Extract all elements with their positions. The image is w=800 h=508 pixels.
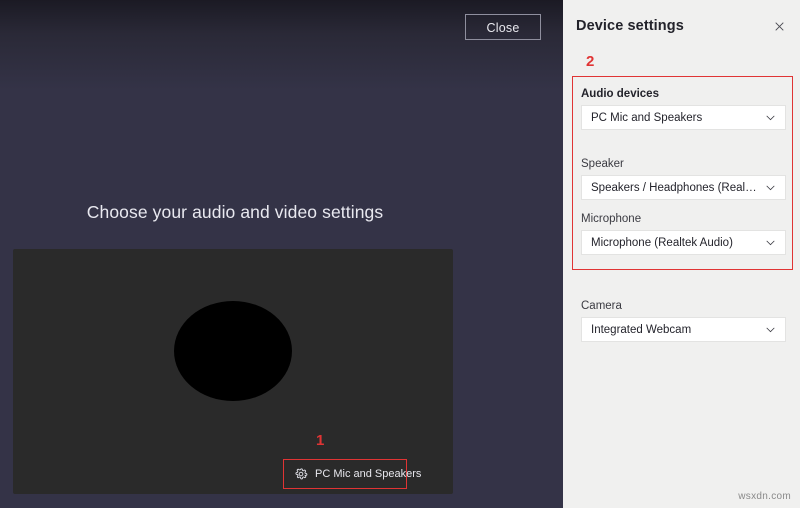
- audio-devices-value: PC Mic and Speakers: [591, 111, 703, 124]
- annotation-marker-1: 1: [316, 432, 325, 449]
- field-label-microphone: Microphone: [581, 213, 642, 225]
- camera-value: Integrated Webcam: [591, 323, 692, 336]
- field-camera: Camera Integrated Webcam: [581, 300, 786, 342]
- speaker-value: Speakers / Headphones (Realtek Aud...: [591, 181, 758, 194]
- chevron-down-icon: [764, 111, 777, 124]
- microphone-select[interactable]: Microphone (Realtek Audio): [581, 230, 786, 255]
- panel-title: Device settings: [576, 18, 684, 34]
- meeting-stage: Close Choose your audio and video settin…: [0, 0, 563, 508]
- annotation-marker-2: 2: [586, 53, 595, 70]
- device-settings-chip[interactable]: PC Mic and Speakers: [283, 459, 421, 489]
- field-microphone: Microphone Microphone (Realtek Audio): [581, 213, 786, 255]
- field-label-speaker: Speaker: [581, 158, 624, 170]
- field-label-camera: Camera: [581, 300, 622, 312]
- close-button[interactable]: Close: [465, 14, 541, 40]
- chevron-down-icon: [764, 181, 777, 194]
- gear-icon: [294, 467, 308, 481]
- speaker-select[interactable]: Speakers / Headphones (Realtek Aud...: [581, 175, 786, 200]
- video-preview[interactable]: Join now: [13, 249, 453, 494]
- field-label-audio-devices: Audio devices: [581, 88, 659, 100]
- close-icon[interactable]: [768, 15, 790, 37]
- chevron-down-icon: [764, 323, 777, 336]
- avatar: [174, 301, 292, 401]
- field-speaker: Speaker Speakers / Headphones (Realtek A…: [581, 158, 786, 200]
- camera-select[interactable]: Integrated Webcam: [581, 317, 786, 342]
- microphone-value: Microphone (Realtek Audio): [591, 236, 733, 249]
- page-title: Choose your audio and video settings: [86, 202, 384, 222]
- teams-prejoin-screen: Close Choose your audio and video settin…: [0, 0, 800, 508]
- device-settings-panel: Device settings 2 Audio devices PC Mic a…: [563, 0, 800, 508]
- chevron-down-icon: [764, 236, 777, 249]
- watermark: wsxdn.com: [738, 491, 791, 502]
- device-chip-label: PC Mic and Speakers: [315, 468, 422, 480]
- audio-devices-select[interactable]: PC Mic and Speakers: [581, 105, 786, 130]
- panel-header: Device settings: [576, 13, 790, 39]
- field-audio-devices: Audio devices PC Mic and Speakers: [581, 88, 786, 130]
